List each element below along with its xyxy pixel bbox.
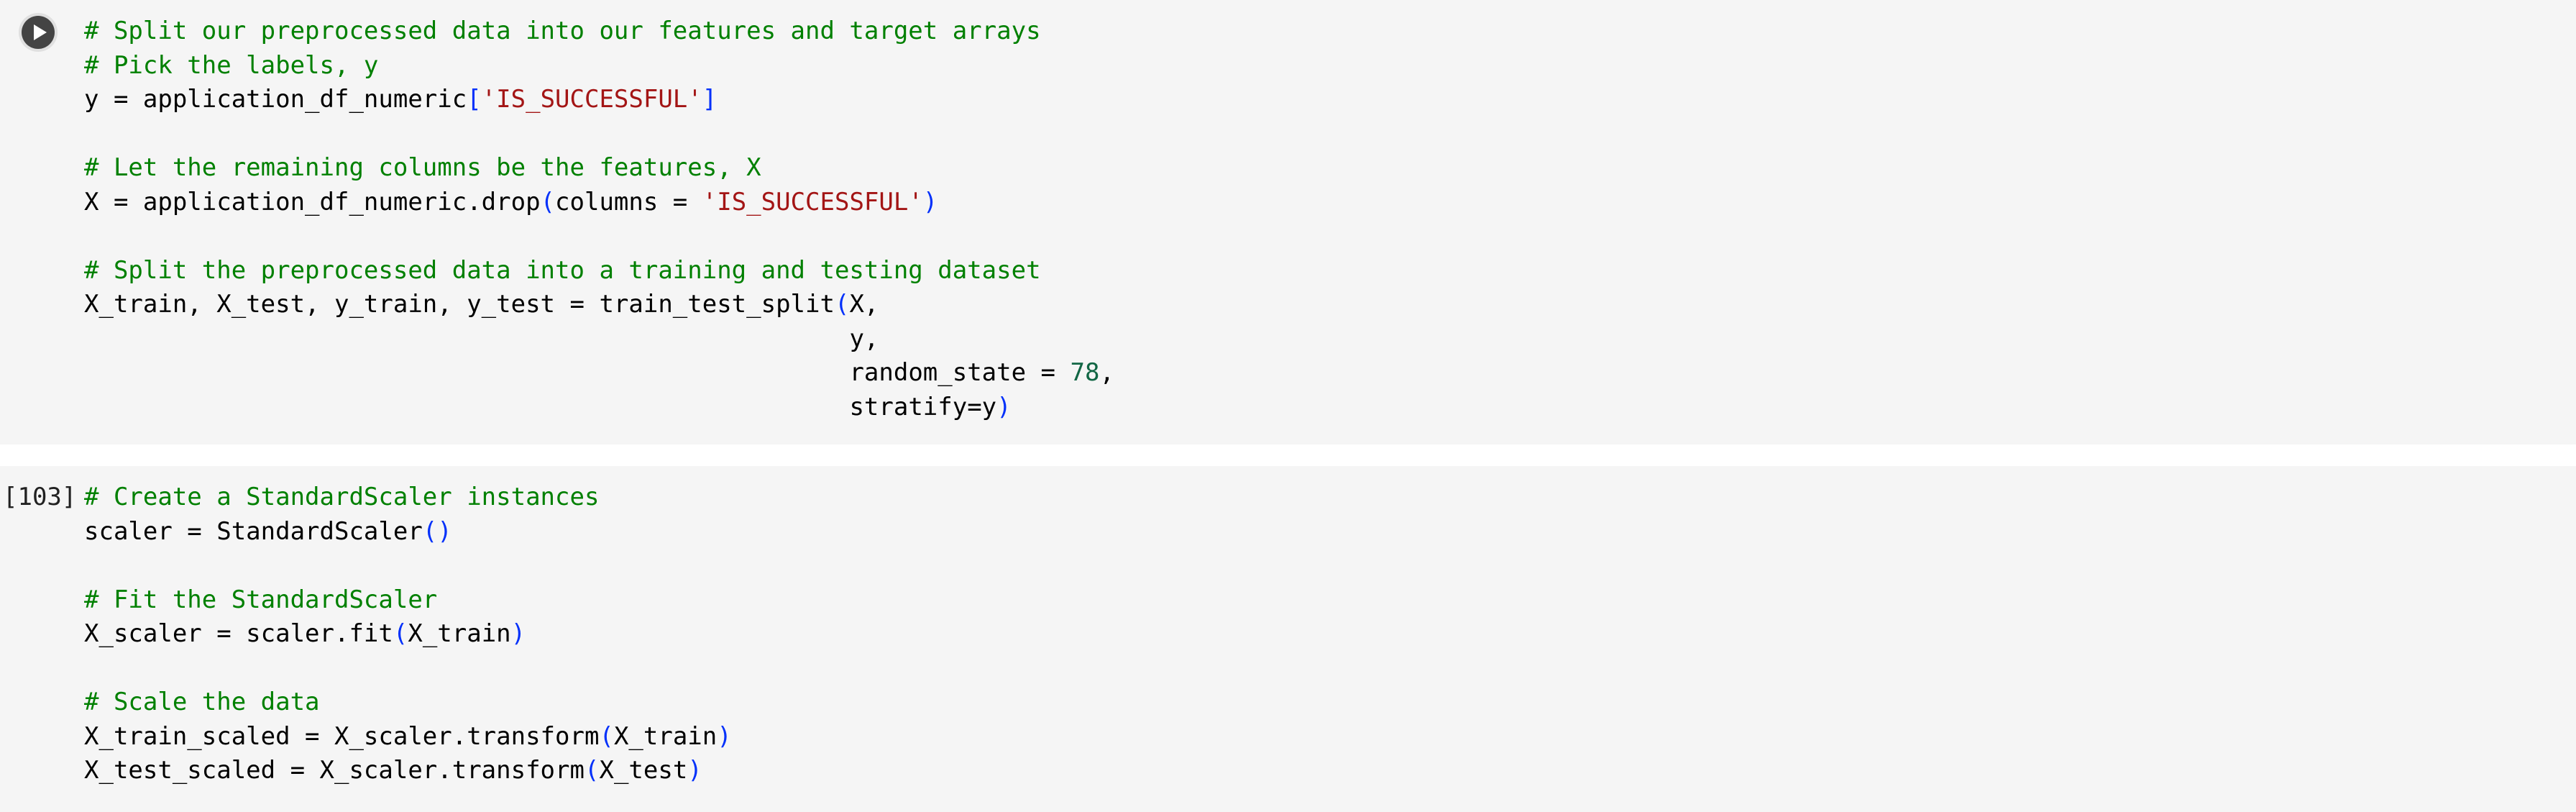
bracket-token: ) xyxy=(687,756,702,785)
bracket-token: ( xyxy=(599,721,614,751)
code-line: X_train, X_test, y_train, y_test = train… xyxy=(84,288,1114,322)
code-token: y = application_df_numeric xyxy=(84,85,467,114)
code-token: X_train_scaled = X_scaler.transform xyxy=(84,721,600,751)
code-cell[interactable]: # Split our preprocessed data into our f… xyxy=(0,0,2576,444)
code-token: X_train xyxy=(408,619,511,648)
play-icon xyxy=(34,24,47,40)
code-line: # Let the remaining columns be the featu… xyxy=(84,151,1114,186)
bracket-token: ) xyxy=(996,392,1012,421)
code-line: # Fit the StandardScaler xyxy=(84,583,732,618)
bracket-token: ( xyxy=(834,290,850,319)
comment-token: # Pick the labels, y xyxy=(84,50,379,80)
comment-token: # Fit the StandardScaler xyxy=(84,585,438,614)
comment-token: # Create a StandardScaler instances xyxy=(84,483,600,511)
cell-gutter: [103] xyxy=(0,466,79,812)
code-line: # Scale the data xyxy=(84,685,732,720)
code-cell[interactable]: [103] # Create a StandardScaler instance… xyxy=(0,466,2576,812)
bracket-token: ) xyxy=(922,187,938,216)
string-token: 'IS_SUCCESSFUL' xyxy=(702,187,923,216)
bracket-token: [ xyxy=(467,85,482,114)
bracket-token: ) xyxy=(510,619,526,648)
bracket-token: ( xyxy=(393,619,408,648)
code-line: X_test_scaled = X_scaler.transform(X_tes… xyxy=(84,754,732,788)
code-line: # Split the preprocessed data into a tra… xyxy=(84,254,1114,288)
bracket-token: ( xyxy=(540,187,556,216)
code-editor[interactable]: # Create a StandardScaler instances scale… xyxy=(84,480,732,788)
code-line: scaler = StandardScaler() xyxy=(84,515,732,549)
bracket-token: ( xyxy=(584,756,600,785)
number-token: 78 xyxy=(1070,358,1100,387)
code-token: y, xyxy=(849,324,879,353)
code-token: columns = xyxy=(555,187,702,216)
code-token: X_train, X_test, y_train, y_test = train… xyxy=(84,290,835,319)
code-token: X_test xyxy=(599,756,688,785)
execution-count: [103] xyxy=(3,483,77,511)
code-line: X_scaler = scaler.fit(X_train) xyxy=(84,617,732,652)
comment-token: # Scale the data xyxy=(84,688,320,716)
bracket-token: () xyxy=(422,516,452,546)
notebook: # Split our preprocessed data into our f… xyxy=(0,0,2576,812)
comment-token: # Split the preprocessed data into a tra… xyxy=(84,255,1041,285)
comment-token: # Let the remaining columns be the featu… xyxy=(84,153,761,182)
code-line: y, xyxy=(84,322,1114,357)
code-token: X = application_df_numeric.drop xyxy=(84,187,541,216)
code-token: stratify=y xyxy=(849,392,997,421)
run-cell-button[interactable] xyxy=(22,16,55,49)
code-editor[interactable]: # Split our preprocessed data into our f… xyxy=(84,14,1114,424)
string-token: 'IS_SUCCESSFUL' xyxy=(481,85,702,114)
cell-gutter xyxy=(0,0,79,444)
code-line: # Pick the labels, y xyxy=(84,49,1114,83)
code-token: X_test_scaled = X_scaler.transform xyxy=(84,756,585,785)
code-line: # Create a StandardScaler instances xyxy=(84,480,732,515)
code-token: random_state = xyxy=(849,358,1071,387)
bracket-token: ] xyxy=(702,85,718,114)
code-line: y = application_df_numeric['IS_SUCCESSFU… xyxy=(84,83,1114,117)
code-line: # Split our preprocessed data into our f… xyxy=(84,14,1114,49)
code-token: X_scaler = scaler.fit xyxy=(84,619,393,648)
code-token: X_train xyxy=(613,721,718,751)
code-line: X = application_df_numeric.drop(columns … xyxy=(84,186,1114,220)
code-token: X, xyxy=(849,290,879,319)
code-token: , xyxy=(1099,358,1114,387)
code-line: stratify=y) xyxy=(84,391,1114,425)
code-line: X_train_scaled = X_scaler.transform(X_tr… xyxy=(84,720,732,754)
bracket-token: ) xyxy=(717,721,732,751)
code-token: scaler = StandardScaler xyxy=(84,516,423,546)
code-line: random_state = 78, xyxy=(84,356,1114,391)
comment-token: # Split our preprocessed data into our f… xyxy=(84,17,1041,45)
